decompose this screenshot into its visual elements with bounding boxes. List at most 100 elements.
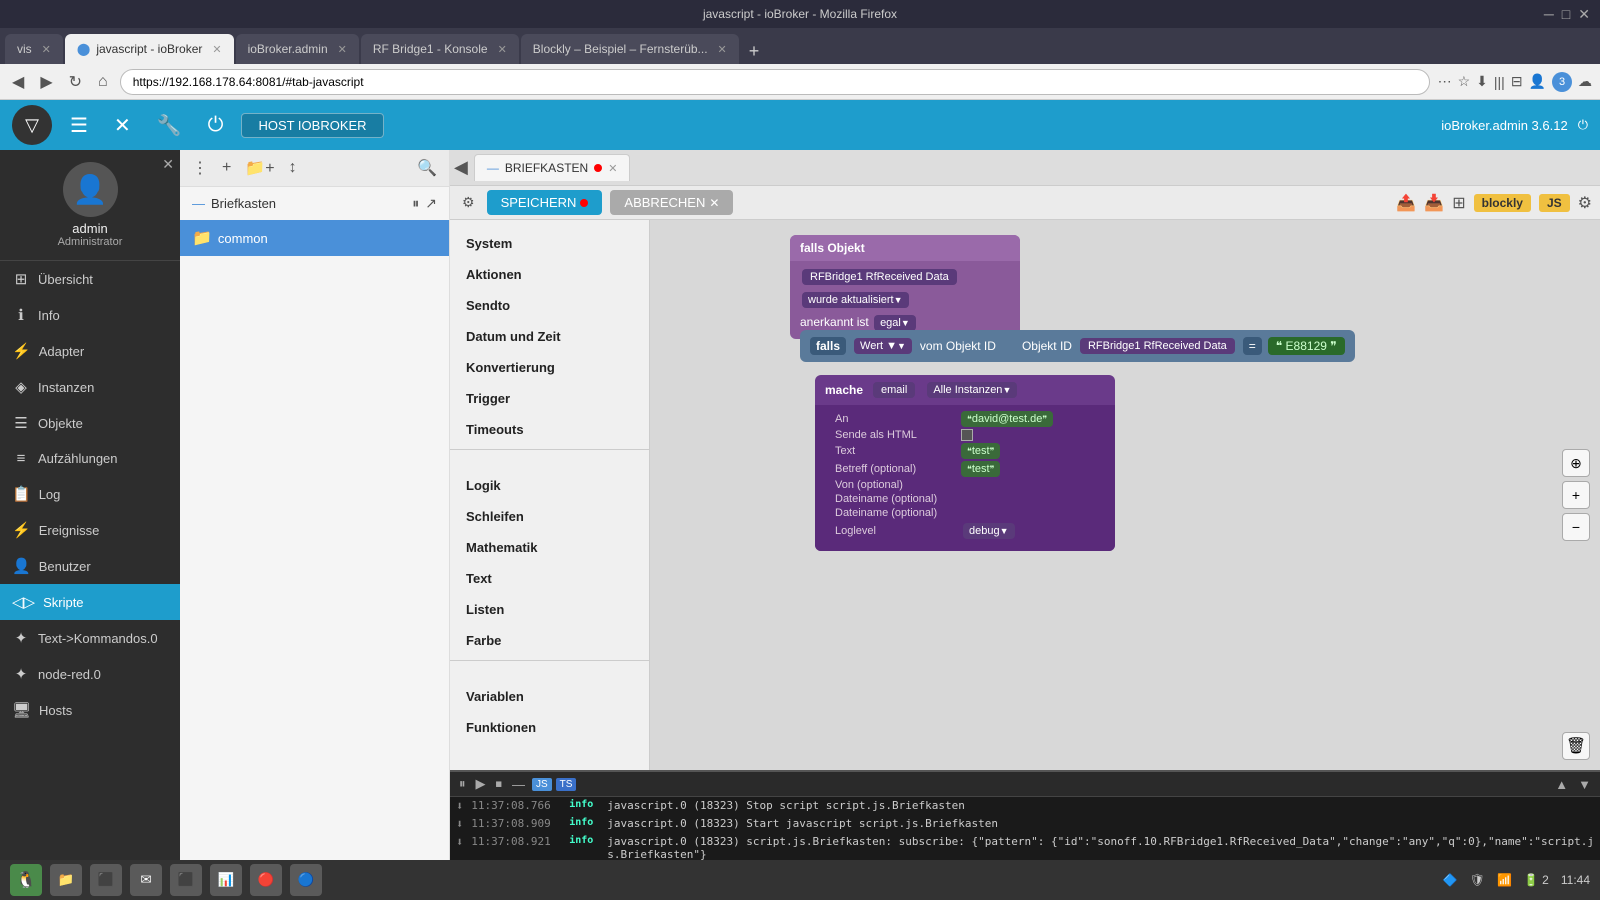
sidebar-item-skripte[interactable]: ◁▷ Skripte <box>0 584 180 620</box>
back-button[interactable]: ◀ <box>454 157 468 178</box>
scripts-search-btn[interactable]: 🔍 <box>413 156 441 180</box>
tab-blockly-close[interactable]: ✕ <box>718 43 727 56</box>
sidebar-item-aufzahlungen[interactable]: ≡ Aufzählungen <box>0 441 180 476</box>
scripts-menu-btn[interactable]: ⋮ <box>188 156 212 180</box>
zoom-out-btn[interactable]: − <box>1562 513 1590 541</box>
cancel-button[interactable]: ABBRECHEN ✕ <box>610 190 733 215</box>
log-pause-btn[interactable]: ⏸ <box>456 775 469 793</box>
new-tab-button[interactable]: + <box>741 41 768 62</box>
condition2-chip[interactable]: egal <box>874 315 916 331</box>
taskbar-start-btn[interactable]: 🐧 <box>10 864 42 896</box>
script-pause-btn[interactable]: ⏸ <box>412 195 419 212</box>
sidebar-item-objekte[interactable]: ☰ Objekte <box>0 405 180 441</box>
sidebar-item-adapter[interactable]: ⚡ Adapter <box>0 333 180 369</box>
sidebar-item-ubersicht[interactable]: ⊞ Übersicht <box>0 261 180 297</box>
mache-block[interactable]: mache email Alle Instanzen An david@test… <box>815 375 1115 551</box>
download-icon[interactable]: ⬇ <box>1476 73 1488 90</box>
palette-item-farbe[interactable]: Farbe <box>450 625 649 656</box>
tab-iobroker-close[interactable]: ✕ <box>338 43 347 56</box>
home-button[interactable]: ⌂ <box>94 71 112 93</box>
close-btn[interactable]: ✕ <box>1578 6 1590 23</box>
split-view-icon[interactable]: ⊟ <box>1511 73 1523 90</box>
taskbar-app3-btn[interactable]: 🔵 <box>290 864 322 896</box>
tab-vis[interactable]: vis ✕ <box>5 34 63 64</box>
log-js-badge[interactable]: JS <box>532 778 552 791</box>
sidebar-close-btn[interactable]: ✕ <box>162 156 174 173</box>
scripts-add-btn[interactable]: + <box>218 157 235 179</box>
palette-item-sendto[interactable]: Sendto <box>450 290 649 321</box>
taskbar-files-btn[interactable]: 📁 <box>50 864 82 896</box>
falls-objekt-block[interactable]: falls Objekt RFBridge1 RfReceived Data w… <box>790 235 1020 339</box>
sidebar-item-hosts[interactable]: 🖥 Hosts <box>0 692 180 728</box>
zoom-in-btn[interactable]: + <box>1562 481 1590 509</box>
tab-rf-bridge[interactable]: RF Bridge1 - Konsole ✕ <box>361 34 519 64</box>
log-stop-btn[interactable]: ⏹ <box>493 775 506 793</box>
palette-item-timeouts[interactable]: Timeouts <box>450 414 649 445</box>
script-open-btn[interactable]: ↗ <box>425 195 437 212</box>
tab-iobroker-admin[interactable]: ioBroker.admin ✕ <box>236 34 359 64</box>
tab-javascript[interactable]: ⬤ javascript - ioBroker ✕ <box>65 34 234 64</box>
log-play-btn[interactable]: ▶ <box>473 775 489 793</box>
import-btn[interactable]: 📥 <box>1424 193 1444 213</box>
palette-item-konvertierung[interactable]: Konvertierung <box>450 352 649 383</box>
cloud-icon[interactable]: ☁ <box>1578 73 1592 90</box>
palette-item-variablen[interactable]: Variablen <box>450 681 649 712</box>
palette-item-logik[interactable]: Logik <box>450 470 649 501</box>
blockly-settings-btn[interactable]: ⚙ <box>458 192 479 213</box>
sidebar-item-info[interactable]: ℹ Info <box>0 297 180 333</box>
sidebar-item-text-kommandos[interactable]: ✦ Text->Kommandos.0 <box>0 620 180 656</box>
reload-button[interactable]: ↻ <box>65 70 86 94</box>
loglevel-chip[interactable]: debug <box>963 523 1015 539</box>
editor-tab-close[interactable]: ✕ <box>608 162 617 175</box>
script-folder-common[interactable]: 📁 common <box>180 220 449 256</box>
sidebar-item-log[interactable]: 📋 Log <box>0 476 180 512</box>
wert-chip[interactable]: Wert ▼ <box>854 338 912 354</box>
palette-item-listen[interactable]: Listen <box>450 594 649 625</box>
topbar-menu-btn[interactable]: ☰ <box>62 109 96 142</box>
maximize-btn[interactable]: □ <box>1562 6 1570 23</box>
palette-item-mathematik[interactable]: Mathematik <box>450 532 649 563</box>
settings-btn[interactable]: ⚙ <box>1578 193 1592 213</box>
palette-item-text[interactable]: Text <box>450 563 649 594</box>
tab-javascript-close[interactable]: ✕ <box>212 43 221 56</box>
palette-item-trigger[interactable]: Trigger <box>450 383 649 414</box>
taskbar-mail-btn[interactable]: ✉ <box>130 864 162 896</box>
topbar-close-btn[interactable]: ✕ <box>106 109 139 142</box>
sidebar-item-instanzen[interactable]: ◈ Instanzen <box>0 369 180 405</box>
taskbar-cmd-btn[interactable]: ⬛ <box>170 864 202 896</box>
sende-html-checkbox[interactable] <box>961 429 973 441</box>
navigation-btn[interactable]: ⊕ <box>1562 449 1590 477</box>
palette-item-datum-zeit[interactable]: Datum und Zeit <box>450 321 649 352</box>
grid-btn[interactable]: ⊞ <box>1452 193 1465 213</box>
inner-falls-block[interactable]: falls Wert ▼ vom Objekt ID Objekt ID RFB… <box>800 330 1355 362</box>
host-button[interactable]: HOST IOBROKER <box>241 113 383 138</box>
palette-item-system[interactable]: System <box>450 228 649 259</box>
scripts-add-folder-btn[interactable]: 📁+ <box>241 156 278 180</box>
palette-item-funktionen[interactable]: Funktionen <box>450 712 649 743</box>
taskbar-app1-btn[interactable]: 📊 <box>210 864 242 896</box>
forward-button[interactable]: ▶ <box>36 70 56 94</box>
alle-instanzen-chip[interactable]: Alle Instanzen <box>927 382 1017 398</box>
address-input[interactable] <box>120 69 1430 95</box>
profile-icon[interactable]: 👤 <box>1529 73 1546 90</box>
tab-vis-close[interactable]: ✕ <box>42 43 51 56</box>
topbar-settings-btn[interactable]: 🔧 <box>149 109 190 142</box>
tab-rf-close[interactable]: ✕ <box>498 43 507 56</box>
log-debug-btn[interactable]: — <box>509 776 528 793</box>
back-button[interactable]: ◀ <box>8 70 28 94</box>
library-icon[interactable]: ||| <box>1494 74 1505 90</box>
palette-item-aktionen[interactable]: Aktionen <box>450 259 649 290</box>
trash-btn[interactable]: 🗑 <box>1562 732 1590 760</box>
minimize-btn[interactable]: ─ <box>1544 6 1554 23</box>
export-btn[interactable]: 📤 <box>1396 193 1416 213</box>
sidebar-item-ereignisse[interactable]: ⚡ Ereignisse <box>0 512 180 548</box>
log-ts-badge[interactable]: TS <box>556 778 577 791</box>
topbar-power-btn[interactable]: ⏻ <box>200 110 232 141</box>
tab-blockly[interactable]: Blockly – Beispiel – Fernsterüb... ✕ <box>521 34 739 64</box>
script-item-briefkasten[interactable]: — Briefkasten ⏸ ↗ <box>180 187 449 220</box>
taskbar-app2-btn[interactable]: 🔴 <box>250 864 282 896</box>
log-expand-down-btn[interactable]: ▼ <box>1575 776 1594 793</box>
bookmark-icon[interactable]: ☆ <box>1458 73 1471 90</box>
palette-item-schleifen[interactable]: Schleifen <box>450 501 649 532</box>
scripts-sort-btn[interactable]: ↕ <box>285 157 301 179</box>
